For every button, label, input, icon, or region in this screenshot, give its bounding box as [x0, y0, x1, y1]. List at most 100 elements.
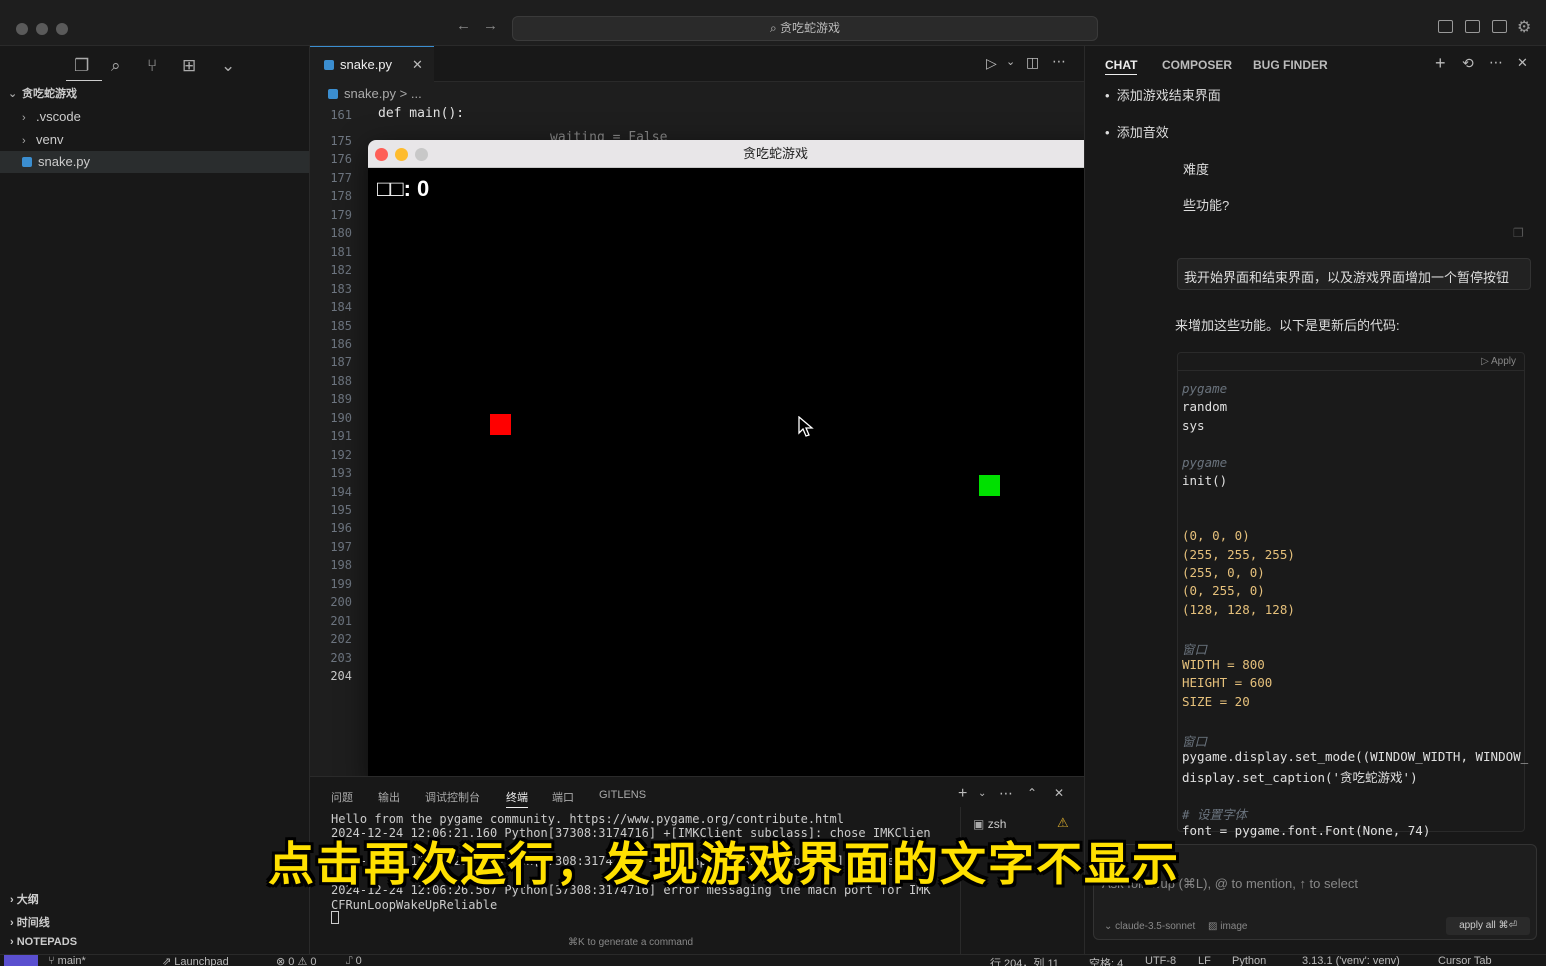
- outline-section[interactable]: › 大纲: [10, 891, 39, 907]
- encoding[interactable]: UTF-8: [1145, 955, 1176, 966]
- cursor-position[interactable]: 行 204，列 11: [990, 955, 1059, 966]
- forward-arrow-icon[interactable]: →: [483, 17, 498, 34]
- extensions-icon[interactable]: ⊞: [182, 56, 196, 76]
- toggle-secondary-sidebar-icon[interactable]: [1492, 20, 1507, 33]
- remote-indicator[interactable]: [4, 955, 38, 966]
- eol[interactable]: LF: [1198, 955, 1211, 966]
- split-editor-icon[interactable]: ◫: [1026, 54, 1039, 71]
- panel-more-icon[interactable]: ⋯: [999, 785, 1013, 802]
- model-selector[interactable]: ⌄ claude-3.5-sonnet: [1104, 921, 1195, 932]
- command-hint: ⌘K to generate a command: [568, 937, 694, 948]
- snake-head: [979, 475, 1000, 496]
- close-window-icon[interactable]: [16, 23, 28, 35]
- tab-terminal[interactable]: 终端: [506, 789, 528, 808]
- code-line: WIDTH = 800: [1182, 657, 1265, 672]
- apply-label: Apply: [1490, 356, 1516, 367]
- search-icon[interactable]: ⌕: [111, 56, 121, 76]
- tab-ports[interactable]: 端口: [552, 789, 574, 805]
- tree-item-venv[interactable]: › venv: [0, 129, 309, 151]
- tab-chat[interactable]: CHAT: [1105, 58, 1138, 75]
- game-minimize-icon[interactable]: [395, 148, 408, 161]
- line-number: 191: [330, 429, 352, 444]
- new-terminal-plus-icon[interactable]: +: [958, 785, 967, 803]
- line-number: 176: [330, 152, 352, 167]
- tree-item-vscode[interactable]: › .vscode: [0, 106, 309, 128]
- settings-gear-icon[interactable]: ⚙: [1517, 17, 1531, 37]
- code-line: (255, 255, 255): [1182, 546, 1295, 562]
- game-close-icon[interactable]: [375, 148, 388, 161]
- chat-bullet: • 添加音效: [1105, 125, 1169, 140]
- pygame-window[interactable]: 贪吃蛇游戏 □□: 0 ||: [368, 140, 1183, 782]
- python-interpreter[interactable]: 3.13.1 ('venv': venv): [1302, 955, 1400, 966]
- tab-composer[interactable]: COMPOSER: [1162, 58, 1232, 72]
- workspace-root-folder[interactable]: ⌄ 贪吃蛇游戏: [0, 83, 309, 105]
- terminal-dropdown-chevron-icon[interactable]: ⌄: [978, 788, 986, 799]
- apply-all-button[interactable]: apply all ⌘⏎: [1446, 917, 1530, 935]
- problems-indicator[interactable]: ⊗ 0 ⚠ 0: [276, 955, 316, 966]
- source-control-icon[interactable]: ⑂: [147, 56, 157, 76]
- line-number: 193: [330, 466, 352, 481]
- tab-gitlens[interactable]: GITLENS: [599, 789, 646, 801]
- minimize-window-icon[interactable]: [36, 23, 48, 35]
- command-center-search[interactable]: ⌕ 贪吃蛇游戏: [512, 16, 1098, 41]
- line-number: 201: [330, 613, 352, 628]
- cursor-tab[interactable]: Cursor Tab: [1438, 955, 1492, 966]
- branch-indicator[interactable]: ⑂ main*: [48, 955, 86, 966]
- toggle-sidebar-icon[interactable]: [1438, 20, 1453, 33]
- back-arrow-icon[interactable]: ←: [456, 17, 471, 34]
- timeline-section[interactable]: › 时间线: [10, 914, 50, 930]
- image-attach-button[interactable]: ▨ image: [1208, 921, 1247, 932]
- section-label: NOTEPADS: [16, 936, 78, 948]
- user-message-text: 我开始界面和结束界面，以及游戏界面增加一个暂停按钮: [1184, 270, 1510, 285]
- code-line: (128, 128, 128): [1182, 601, 1295, 617]
- line-number: 175: [330, 134, 352, 148]
- ports-indicator[interactable]: ⑀ 0: [346, 955, 362, 966]
- line-number: 195: [330, 503, 352, 517]
- language-mode[interactable]: Python: [1232, 955, 1266, 966]
- tab-debug-console[interactable]: 调试控制台: [425, 789, 480, 805]
- tree-item-snake-py[interactable]: snake.py: [0, 151, 309, 173]
- launchpad-label: Launchpad: [174, 956, 229, 966]
- close-panel-icon[interactable]: ✕: [1054, 786, 1064, 800]
- code-line: (0, 0, 0): [1182, 528, 1250, 544]
- new-chat-plus-icon[interactable]: +: [1435, 53, 1446, 74]
- breadcrumb[interactable]: snake.py > ...: [328, 86, 422, 101]
- zoom-window-icon[interactable]: [56, 23, 68, 35]
- game-window-title: 贪吃蛇游戏: [742, 146, 808, 161]
- tab-output[interactable]: 输出: [378, 789, 400, 805]
- copy-icon[interactable]: ❐: [1513, 226, 1524, 240]
- explorer-sidebar: ❐ ⌕ ⑂ ⊞ ⌄ ⌄ 贪吃蛇游戏 › .vscode › venv snake.py…: [0, 46, 310, 954]
- chat-more-icon[interactable]: ⋯: [1489, 54, 1503, 71]
- tab-problems[interactable]: 问题: [331, 789, 353, 805]
- launchpad-indicator[interactable]: ⇗ Launchpad: [162, 955, 229, 966]
- explorer-icon[interactable]: ❐: [74, 56, 89, 76]
- history-icon[interactable]: ⟲: [1462, 55, 1474, 72]
- more-actions-icon[interactable]: ⋯: [1052, 53, 1066, 70]
- breadcrumb-text: snake.py > ...: [344, 86, 422, 101]
- active-view-indicator: [66, 80, 102, 81]
- line-number: 189: [330, 392, 352, 407]
- code-line: init(): [1182, 473, 1228, 488]
- tab-bug-finder[interactable]: BUG FINDER: [1253, 58, 1328, 72]
- code-line[interactable]: def main():: [378, 106, 464, 121]
- image-label: image: [1220, 921, 1248, 932]
- code-block-header: ▷ Apply: [1178, 353, 1524, 371]
- indentation[interactable]: 空格: 4: [1089, 955, 1123, 966]
- game-zoom-icon[interactable]: [415, 148, 428, 161]
- run-play-icon[interactable]: ▷: [986, 55, 997, 72]
- editor-tabbar: snake.py ✕ ▷ ⌄ ◫ ⋯: [310, 46, 1084, 82]
- close-tab-icon[interactable]: ✕: [412, 47, 423, 83]
- apply-button[interactable]: ▷ Apply: [1481, 356, 1516, 367]
- code-line: display.set_caption('贪吃蛇游戏'): [1182, 770, 1418, 786]
- user-message-bubble[interactable]: 我开始界面和结束界面，以及游戏界面增加一个暂停按钮: [1177, 258, 1531, 290]
- code-line: random: [1182, 399, 1228, 415]
- run-options-chevron-icon[interactable]: ⌄: [1006, 55, 1015, 68]
- code-line: 窗口: [1182, 733, 1208, 749]
- maximize-panel-chevron-icon[interactable]: ⌃: [1027, 786, 1037, 800]
- tab-snake-py[interactable]: snake.py ✕: [310, 46, 434, 82]
- line-number: 197: [330, 539, 352, 554]
- more-views-chevron-icon[interactable]: ⌄: [221, 56, 235, 76]
- notepads-section[interactable]: › NOTEPADS: [10, 936, 77, 948]
- close-chat-icon[interactable]: ✕: [1517, 55, 1528, 71]
- toggle-panel-icon[interactable]: [1465, 20, 1480, 33]
